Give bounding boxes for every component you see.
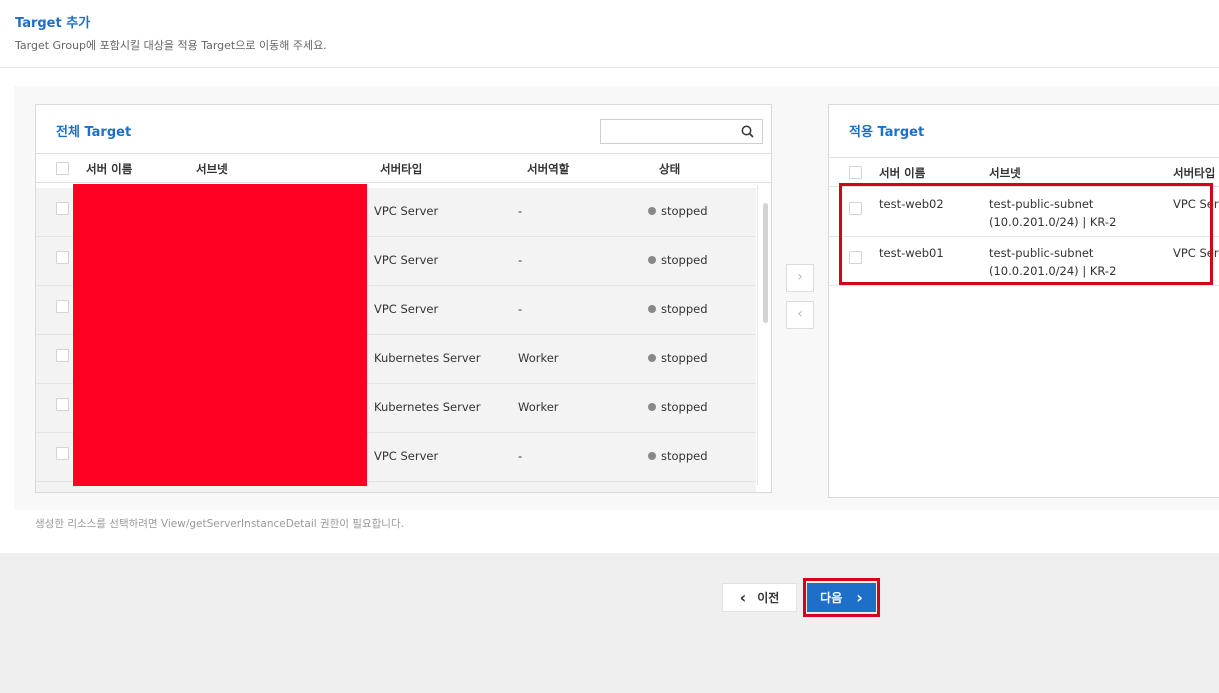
row-checkbox[interactable]	[849, 202, 862, 215]
select-all-checkbox[interactable]	[56, 162, 69, 175]
server-role-cell: Worker	[518, 400, 559, 414]
chevron-right-icon: ›	[856, 587, 863, 607]
status-cell: stopped	[648, 398, 708, 416]
server-type-cell: VPC Server	[374, 449, 439, 463]
status-cell: stopped	[648, 349, 708, 367]
col-subnet: 서브넷	[989, 166, 1021, 180]
row-checkbox[interactable]	[56, 202, 69, 215]
applied-target-title: 적용 Target	[849, 125, 925, 140]
col-server-name: 서버 이름	[86, 162, 133, 176]
subnet-cell: test-public-subnet (10.0.201.0/24) | KR-2	[989, 197, 1117, 229]
status-cell: stopped	[648, 300, 708, 318]
move-to-applied-button[interactable]: ›	[786, 264, 814, 292]
all-target-panel: 전체 Target 서버 이름 서브넷 서버타입 서버역할 상태 VPC Ser…	[35, 104, 772, 493]
col-server-role: 서버역할	[527, 162, 570, 176]
col-server-type: 서버타입	[380, 162, 423, 176]
server-type-cell: VPC Server	[374, 204, 439, 218]
col-server-type: 서버타입	[1173, 166, 1216, 180]
server-name-cell: test-web02	[879, 197, 944, 211]
server-type-cell: Kubernetes Server	[374, 400, 481, 414]
subnet-cell: test-public-subnet (10.0.201.0/24) | KR-2	[989, 246, 1117, 278]
all-target-table-header: 서버 이름 서브넷 서버타입 서버역할 상태	[36, 153, 771, 183]
server-type-cell: VPC Server	[374, 302, 439, 316]
all-target-title: 전체 Target	[56, 125, 132, 140]
prev-button[interactable]: ‹ 이전	[722, 583, 797, 612]
next-button-label: 다음	[820, 591, 843, 605]
server-type-cell: VPC Server	[1173, 246, 1219, 260]
col-server-name: 서버 이름	[879, 166, 926, 180]
status-cell: stopped	[648, 251, 708, 269]
status-cell: stopped	[648, 447, 708, 465]
permission-note: 생성한 리소스를 선택하려면 View/getServerInstanceDet…	[35, 518, 404, 530]
search-icon[interactable]	[741, 125, 754, 138]
page-header: Target 추가 Target Group에 포함시킬 대상을 적용 Targ…	[0, 0, 1219, 68]
table-scrollbar[interactable]	[757, 185, 771, 485]
chevron-left-icon: ‹	[739, 587, 747, 607]
chevron-right-icon: ›	[797, 269, 803, 285]
col-subnet: 서브넷	[196, 162, 228, 176]
status-dot-icon	[648, 452, 656, 460]
row-checkbox[interactable]	[849, 251, 862, 264]
status-cell: stopped	[648, 202, 708, 220]
server-role-cell: Worker	[518, 351, 559, 365]
status-dot-icon	[648, 305, 656, 313]
move-to-all-button[interactable]: ‹	[786, 301, 814, 329]
row-checkbox[interactable]	[56, 300, 69, 313]
table-row[interactable]: test-web01 test-public-subnet (10.0.201.0…	[829, 237, 1219, 286]
redaction-block	[73, 184, 367, 486]
applied-target-panel: 적용 Target 서버 이름 서브넷 서버타입 test-web02 test…	[828, 104, 1219, 498]
row-checkbox[interactable]	[56, 251, 69, 264]
page-subtitle: Target Group에 포함시킬 대상을 적용 Target으로 이동해 주…	[15, 39, 327, 52]
server-role-cell: -	[518, 449, 523, 463]
server-role-cell: -	[518, 302, 523, 316]
applied-target-table-body: test-web02 test-public-subnet (10.0.201.0…	[829, 188, 1219, 288]
server-type-cell: VPC Server	[1173, 197, 1219, 211]
chevron-left-icon: ‹	[797, 306, 803, 322]
status-dot-icon	[648, 403, 656, 411]
server-role-cell: -	[518, 204, 523, 218]
status-dot-icon	[648, 354, 656, 362]
row-checkbox[interactable]	[56, 447, 69, 460]
row-checkbox[interactable]	[56, 349, 69, 362]
applied-target-table-header: 서버 이름 서브넷 서버타입	[829, 157, 1219, 187]
select-all-checkbox[interactable]	[849, 166, 862, 179]
target-search-input[interactable]	[600, 119, 763, 144]
table-row[interactable]: test-web02 test-public-subnet (10.0.201.0…	[829, 188, 1219, 237]
status-dot-icon	[648, 256, 656, 264]
prev-button-label: 이전	[757, 591, 780, 605]
server-name-cell: test-web01	[879, 246, 944, 260]
server-type-cell: Kubernetes Server	[374, 351, 481, 365]
next-button[interactable]: 다음 ›	[807, 583, 876, 612]
page-title: Target 추가	[15, 16, 91, 31]
scrollbar-thumb[interactable]	[763, 203, 768, 323]
server-role-cell: -	[518, 253, 523, 267]
status-dot-icon	[648, 207, 656, 215]
col-status: 상태	[659, 162, 681, 176]
row-checkbox[interactable]	[56, 398, 69, 411]
server-type-cell: VPC Server	[374, 253, 439, 267]
